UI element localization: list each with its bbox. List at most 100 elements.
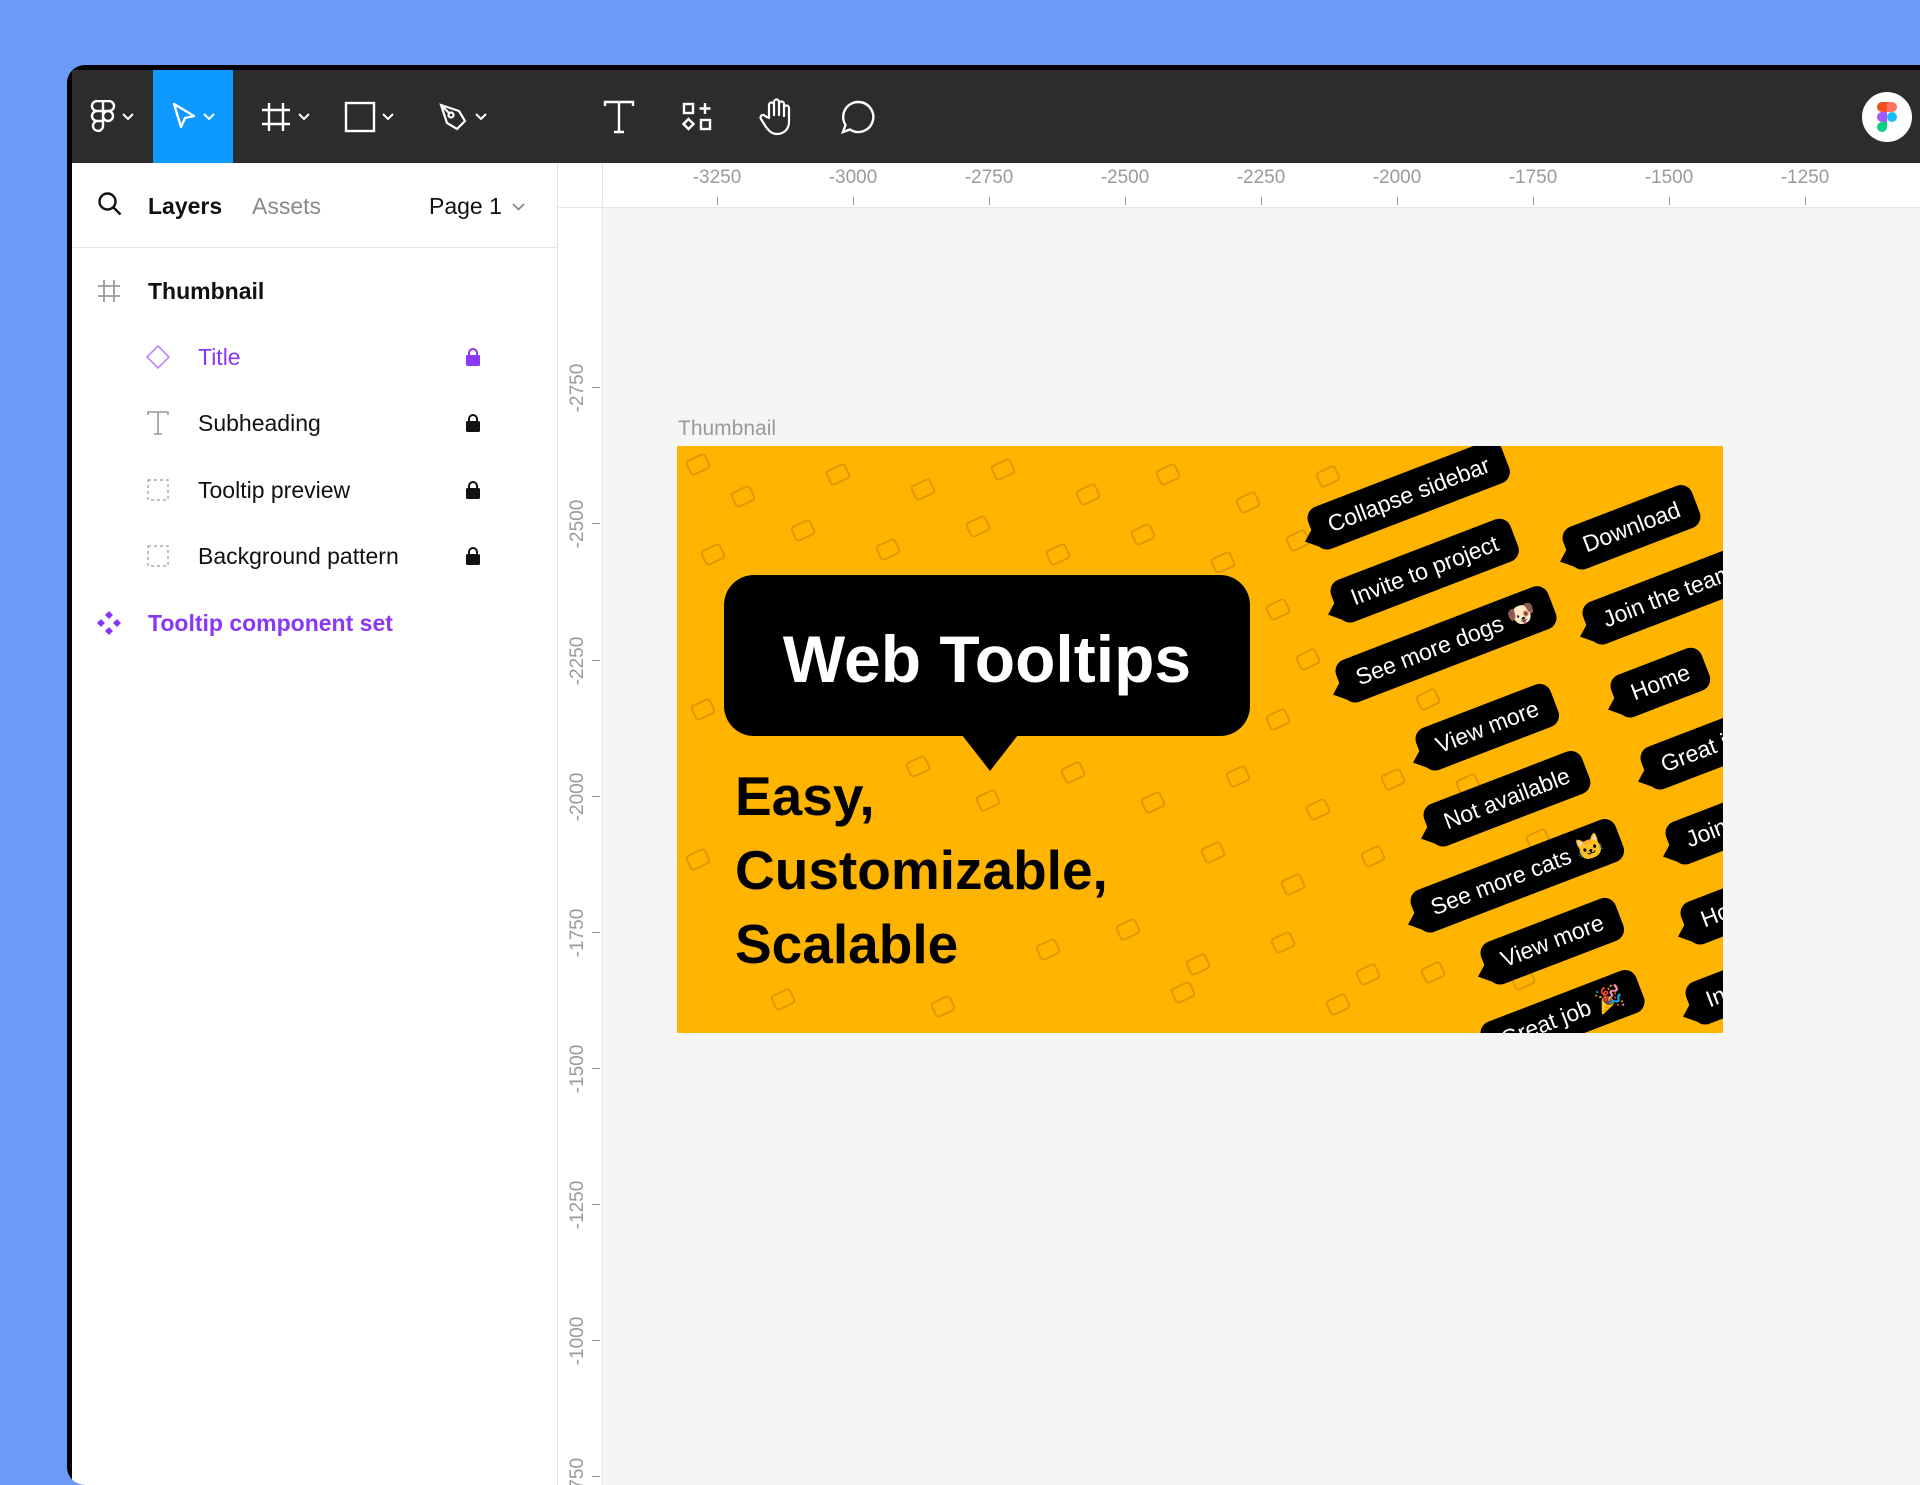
panel-header: Layers Assets Page 1 <box>72 163 557 248</box>
pattern-icon <box>1129 522 1157 547</box>
hand-tool-button[interactable] <box>747 70 807 163</box>
layer-name: Background pattern <box>198 543 399 569</box>
tooltip-pill: Great job <box>1637 704 1723 794</box>
layer-name: Thumbnail <box>148 278 265 304</box>
ruler-tick <box>1261 197 1262 205</box>
ruler-tick <box>717 197 718 205</box>
pattern-icon <box>689 697 717 722</box>
ruler-label: -2000 <box>567 772 588 822</box>
ruler-label: -750 <box>567 1457 588 1485</box>
subheading-line: Customizable, <box>735 839 1108 901</box>
ruler-label: -1000 <box>567 1316 588 1366</box>
pattern-icon <box>1224 764 1252 789</box>
ruler-tick <box>592 660 600 661</box>
group-icon <box>145 477 171 503</box>
pattern-icon <box>874 537 902 562</box>
layer-row-thumbnail[interactable]: Thumbnail <box>72 261 557 321</box>
ruler-label: -2000 <box>1372 167 1422 188</box>
search-icon[interactable] <box>97 191 123 217</box>
frame-icon <box>96 278 122 304</box>
rectangle-tool-icon <box>344 101 376 132</box>
layer-row-background-pattern[interactable]: Background pattern <box>72 526 557 586</box>
group-icon <box>145 543 171 569</box>
layer-name: Tooltip component set <box>148 610 393 636</box>
tab-assets[interactable]: Assets <box>252 193 321 220</box>
pattern-icon <box>1074 482 1102 507</box>
layer-name: Subheading <box>198 410 321 436</box>
user-avatar[interactable] <box>1862 92 1912 142</box>
subheading-line: Easy, <box>735 765 875 827</box>
layer-name: Title <box>198 344 241 370</box>
thumbnail-frame[interactable]: Web Tooltips Easy, Customizable, Scalabl… <box>677 446 1723 1033</box>
pattern-icon <box>1209 550 1237 575</box>
resources-icon <box>681 102 712 131</box>
move-tool-icon <box>172 102 196 128</box>
main-menu-button[interactable] <box>72 70 152 163</box>
ruler-tick <box>1669 197 1670 205</box>
pattern-icon <box>1034 937 1062 962</box>
thumbnail-title: Web Tooltips <box>782 622 1192 696</box>
layer-row-title[interactable]: Title <box>72 327 557 387</box>
layer-row-tooltip-preview[interactable]: Tooltip preview <box>72 460 557 520</box>
ruler-tick <box>592 1204 600 1205</box>
pattern-icon <box>1234 490 1262 515</box>
pattern-icon <box>964 514 992 539</box>
tab-layers[interactable]: Layers <box>148 193 222 220</box>
ruler-label: -3000 <box>828 167 878 188</box>
ruler-tick <box>989 197 990 205</box>
tooltip-pill: Invi <box>1682 960 1723 1029</box>
ruler-tick <box>592 1340 600 1341</box>
lock-icon[interactable] <box>465 480 481 505</box>
move-tool-button[interactable] <box>153 70 233 163</box>
figma-menu-icon <box>90 99 116 132</box>
frame-tool-icon <box>262 102 290 131</box>
ruler-tick <box>1533 197 1534 205</box>
pattern-icon <box>769 987 797 1012</box>
pattern-icon <box>1269 930 1297 955</box>
ruler-label: -3250 <box>692 167 742 188</box>
pen-tool-button[interactable] <box>427 70 497 163</box>
pattern-icon <box>1154 462 1182 487</box>
tooltip-pill: Home <box>1607 644 1715 722</box>
pattern-icon <box>1294 647 1322 672</box>
ruler-label: -1500 <box>1644 167 1694 188</box>
lock-icon[interactable] <box>465 546 481 571</box>
lock-icon[interactable] <box>465 413 481 438</box>
pattern-icon <box>1324 992 1352 1017</box>
ruler-tick <box>853 197 854 205</box>
canvas[interactable]: -3250 -3000 -2750 -2500 -2250 -2000 -175… <box>558 163 1920 1485</box>
ruler-label: -1500 <box>567 1044 588 1094</box>
pattern-icon <box>699 542 727 567</box>
subheading-line: Scalable <box>735 913 959 975</box>
page-selector-label: Page 1 <box>429 193 502 219</box>
comment-tool-button[interactable] <box>828 70 888 163</box>
pattern-icon <box>1114 917 1142 942</box>
pattern-icon <box>1354 962 1382 987</box>
component-set-icon <box>96 610 122 636</box>
lock-icon[interactable] <box>465 347 481 372</box>
pattern-icon <box>1169 980 1197 1005</box>
pattern-icon <box>974 788 1002 813</box>
page-selector[interactable]: Page 1 <box>429 193 525 220</box>
frame-tool-button[interactable] <box>252 70 318 163</box>
pattern-icon <box>684 452 712 477</box>
layer-name: Tooltip preview <box>198 477 351 503</box>
ruler-label: -2500 <box>567 499 588 549</box>
pattern-icon <box>1199 840 1227 865</box>
pattern-icon <box>1379 767 1407 792</box>
shape-tool-button[interactable] <box>334 70 404 163</box>
layer-row-tooltip-component-set[interactable]: Tooltip component set <box>72 593 557 653</box>
text-tool-button[interactable] <box>589 70 649 163</box>
ruler-label: -2750 <box>567 363 588 413</box>
resources-button[interactable] <box>667 70 727 163</box>
tooltip-pill: View more <box>1477 894 1628 989</box>
ruler-tick <box>592 1476 600 1477</box>
chevron-down-icon <box>475 112 487 120</box>
pattern-icon <box>684 847 712 872</box>
ruler-tick <box>592 387 600 388</box>
layer-row-subheading[interactable]: Subheading <box>72 393 557 453</box>
frame-label[interactable]: Thumbnail <box>678 417 776 441</box>
ruler-tick <box>1805 197 1806 205</box>
text-tool-icon <box>603 100 635 133</box>
hand-tool-icon <box>759 97 791 135</box>
